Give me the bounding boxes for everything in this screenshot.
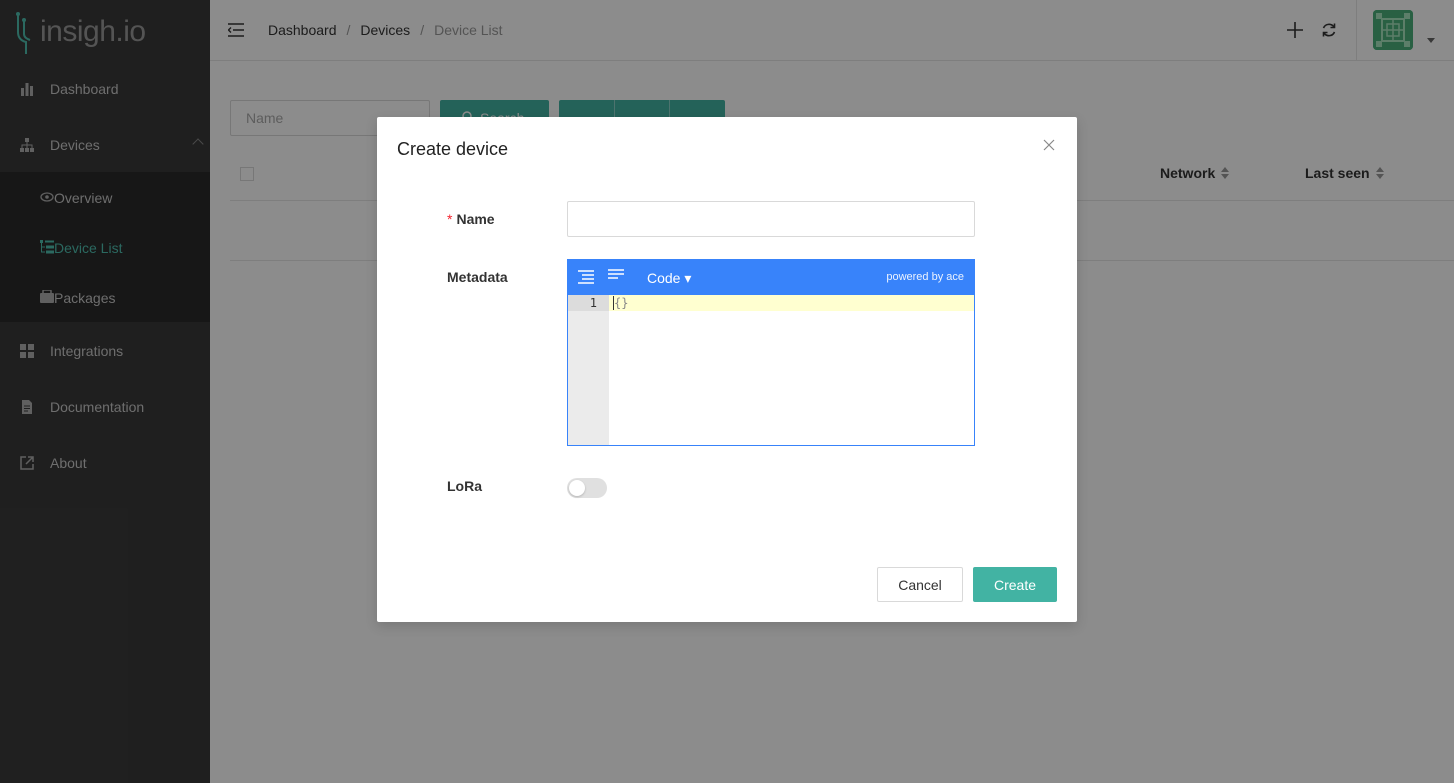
metadata-editor[interactable]: Code ▾ powered by ace 1 {}	[567, 259, 975, 446]
create-button[interactable]: Create	[973, 567, 1057, 602]
gutter-active-line	[568, 295, 609, 311]
cancel-button[interactable]: Cancel	[877, 567, 963, 602]
modal-title: Create device	[397, 139, 509, 159]
powered-by-label[interactable]: powered by ace	[886, 271, 964, 283]
name-input[interactable]	[567, 201, 975, 237]
line-number: 1	[589, 296, 597, 310]
editor-code[interactable]: {}	[614, 295, 628, 311]
editor-mode-dropdown[interactable]: Code ▾	[647, 270, 691, 287]
text-cursor	[613, 296, 614, 310]
format-json-icon[interactable]	[578, 269, 594, 288]
create-device-modal: Create device * Name Metadata Code ▾ powe…	[377, 117, 1077, 622]
compact-json-icon[interactable]	[608, 268, 624, 287]
required-mark: *	[447, 211, 453, 227]
editor-toolbar: Code ▾ powered by ace	[568, 260, 974, 295]
editor-body[interactable]: 1 {}	[568, 295, 974, 445]
name-label-text: Name	[456, 211, 495, 227]
editor-active-line	[609, 295, 974, 311]
metadata-label: Metadata	[447, 269, 508, 285]
toggle-knob	[569, 480, 585, 496]
lora-label: LoRa	[447, 478, 482, 494]
lora-toggle[interactable]	[567, 478, 607, 498]
name-label: * Name	[447, 211, 495, 227]
close-icon[interactable]	[1041, 137, 1057, 153]
editor-gutter: 1	[568, 295, 609, 445]
